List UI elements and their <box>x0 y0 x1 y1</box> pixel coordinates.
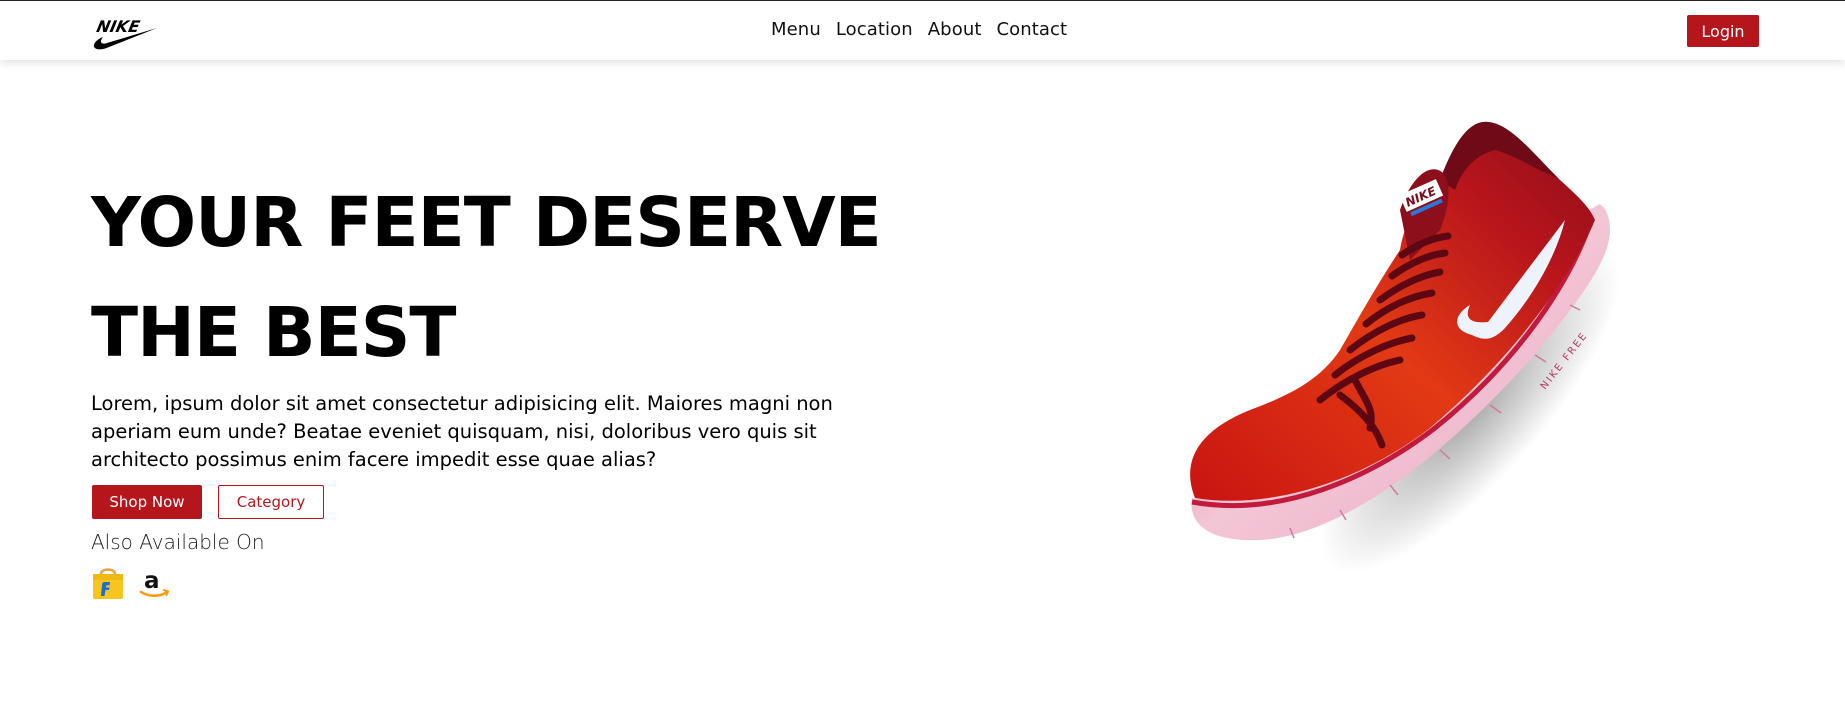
also-available-label: Also Available On <box>91 530 265 554</box>
main-nav: Menu Location About Contact <box>771 19 1067 40</box>
nav-link-about[interactable]: About <box>928 19 982 40</box>
shoe-image: NIKE NIKE FREE <box>1190 121 1620 573</box>
nav-link-location[interactable]: Location <box>836 19 913 40</box>
amazon-icon[interactable]: a <box>138 566 172 600</box>
login-button[interactable]: Login <box>1687 15 1759 47</box>
nav-link-menu[interactable]: Menu <box>771 19 821 40</box>
navbar: NIKE Menu Location About Contact Login <box>0 0 1845 60</box>
shop-now-button[interactable]: Shop Now <box>92 485 202 519</box>
nike-logo[interactable]: NIKE <box>91 12 159 50</box>
svg-text:a: a <box>144 568 160 594</box>
nike-logo-wordmark: NIKE <box>95 17 142 36</box>
shoe-upper <box>1190 121 1595 501</box>
nav-link-contact[interactable]: Contact <box>996 19 1067 40</box>
hero-description: Lorem, ipsum dolor sit amet consectetur … <box>91 392 833 471</box>
flipkart-icon[interactable] <box>91 566 125 600</box>
page: NIKE Menu Location About Contact Login Y… <box>0 0 1845 724</box>
hero-title-line2: THE BEST <box>91 293 456 373</box>
hero-title: YOUR FEET DESERVE THE BEST <box>91 168 891 388</box>
hero-title-line1: YOUR FEET DESERVE <box>91 183 882 263</box>
category-button[interactable]: Category <box>218 485 324 519</box>
